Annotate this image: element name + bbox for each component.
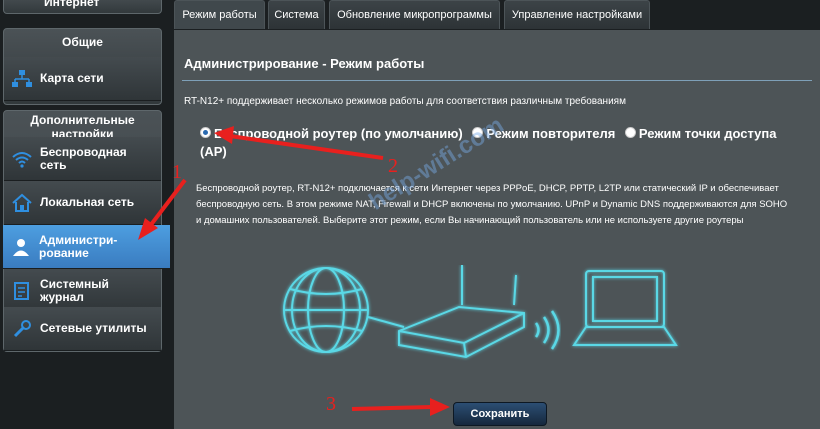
sidebar-item-administration[interactable]: Администри- рование: [3, 225, 170, 269]
laptop-icon: [572, 270, 678, 346]
sidebar-item-utilities[interactable]: Сетевые утилиты: [4, 307, 161, 351]
wifi-icon: [4, 150, 40, 168]
intro-text: RT-N12+ поддерживает несколько режимов р…: [184, 96, 626, 107]
radio-ap[interactable]: [624, 127, 636, 138]
save-button[interactable]: Сохранить: [453, 402, 547, 426]
mode-option-router[interactable]: Беспроводной роутер (по умолчанию): [200, 126, 463, 141]
sidebar-item-lan[interactable]: Локальная сеть: [4, 181, 161, 225]
sidebar-item-label: Беспроводная сеть: [40, 144, 127, 172]
main-panel: Администрирование - Режим работы RT-N12+…: [174, 30, 820, 429]
mode-description: Беспроводной роутер, RT-N12+ подключаетс…: [196, 183, 788, 226]
network-map-icon: [4, 69, 40, 89]
tools-icon: [4, 319, 40, 339]
sidebar-item-label: Локальная сеть: [40, 195, 135, 209]
log-icon: [4, 281, 40, 301]
user-icon: [3, 237, 39, 257]
tab-system[interactable]: Система: [268, 0, 325, 29]
sidebar-item-label: Сетевые утилиты: [40, 321, 147, 335]
sidebar-item-wireless[interactable]: Беспроводная сеть: [4, 137, 161, 181]
router-icon: [398, 265, 525, 359]
sidebar-item-network-map[interactable]: Карта сети: [4, 57, 161, 101]
tab-settings-management[interactable]: Управление настройками: [504, 0, 650, 29]
sidebar-item-internet-label: Интернет: [44, 0, 100, 9]
sidebar-item-internet[interactable]: Интернет: [3, 0, 162, 14]
radio-router[interactable]: [200, 127, 211, 138]
section-general-title: Общие: [62, 35, 103, 49]
network-map-label: Карта сети: [40, 71, 104, 85]
network-illustration: [283, 265, 678, 359]
mode-label-router: Беспроводной роутер (по умолчанию): [214, 126, 463, 141]
sidebar: Интернет Общие Карта сети Дополнительные…: [0, 0, 170, 429]
sidebar-item-label: Системный журнал: [40, 276, 109, 304]
tab-firmware-upgrade[interactable]: Обновление микропрограммы: [329, 0, 500, 29]
sidebar-item-label: Администри- рование: [39, 232, 118, 260]
title-divider: [182, 80, 812, 81]
home-icon: [4, 193, 40, 213]
tab-operation-mode[interactable]: Режим работы: [174, 0, 265, 29]
globe-icon: [283, 267, 369, 353]
wifi-waves-icon: [534, 310, 560, 350]
page-title: Администрирование - Режим работы: [184, 56, 425, 71]
